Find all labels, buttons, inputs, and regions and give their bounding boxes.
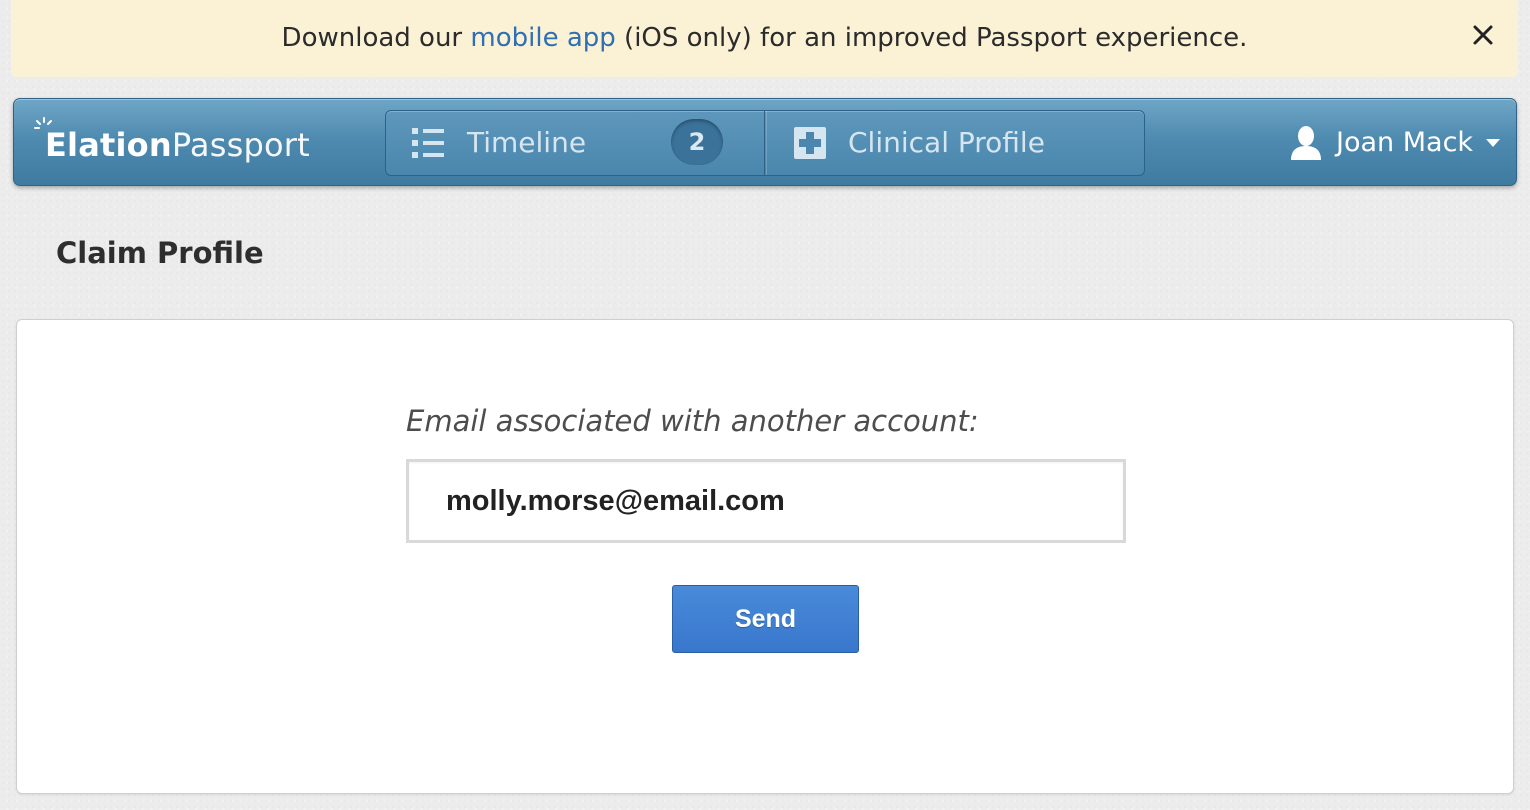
app-download-banner: Download our mobile app (iOS only) for a…	[11, 0, 1518, 77]
list-icon	[412, 128, 444, 158]
close-banner-button[interactable]	[1468, 20, 1498, 50]
mobile-app-link[interactable]: mobile app	[470, 23, 615, 53]
timeline-count-badge: 2	[671, 119, 723, 165]
banner-message: Download our mobile app (iOS only) for a…	[11, 22, 1518, 54]
caret-down-icon	[1486, 139, 1500, 147]
top-navbar: ElationPassport Timeline 2 Clinical Prof…	[13, 98, 1517, 186]
logo-text-bold: Elation	[45, 126, 172, 164]
main-nav-tabs: Timeline 2 Clinical Profile	[385, 110, 1145, 176]
banner-text-after: (iOS only) for an improved Passport expe…	[615, 23, 1248, 53]
email-field-label: Email associated with another account:	[406, 404, 979, 438]
tab-timeline-label: Timeline	[467, 126, 587, 159]
send-button[interactable]: Send	[672, 585, 859, 653]
user-menu-dropdown[interactable]: Joan Mack	[1290, 121, 1500, 165]
user-name: Joan Mack	[1336, 127, 1474, 158]
logo-wordmark: ElationPassport	[45, 125, 310, 165]
user-icon	[1291, 126, 1321, 160]
elation-passport-logo[interactable]: ElationPassport	[34, 113, 334, 165]
page-title: Claim Profile	[56, 236, 264, 270]
claim-profile-card: Email associated with another account: S…	[16, 319, 1514, 794]
logo-text-light: Passport	[171, 126, 310, 164]
email-field[interactable]	[406, 459, 1126, 543]
close-icon[interactable]	[1468, 20, 1498, 50]
tab-timeline[interactable]: Timeline 2	[386, 111, 765, 175]
medical-cross-icon	[794, 127, 826, 159]
tab-clinical-profile[interactable]: Clinical Profile	[766, 111, 1144, 175]
tab-clinical-profile-label: Clinical Profile	[848, 126, 1045, 159]
banner-text-before: Download our	[281, 23, 471, 53]
